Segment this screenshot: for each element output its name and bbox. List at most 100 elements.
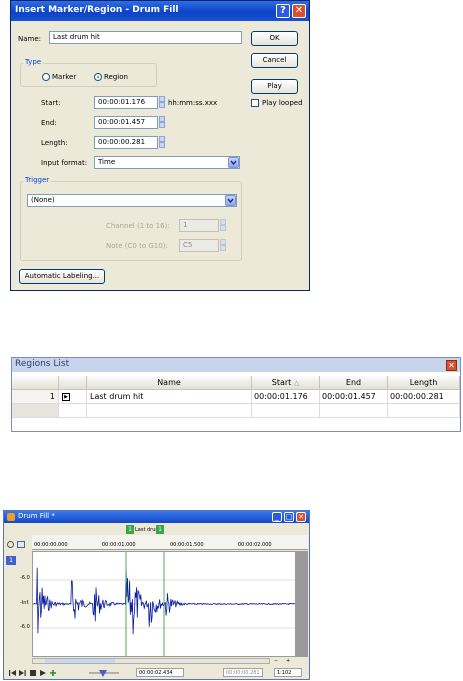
drum-fill-titlebar[interactable]: Drum Fill * _ □ ✕: [4, 511, 309, 523]
play-region-icon[interactable]: ▶: [62, 393, 70, 401]
play-button[interactable]: Play: [251, 79, 298, 94]
end-field[interactable]: 00:00:01.457: [94, 116, 158, 129]
note-spinner[interactable]: [220, 239, 226, 252]
name-label: Name:: [18, 35, 42, 43]
type-group-label: Type: [23, 58, 44, 66]
regions-list-titlebar[interactable]: Regions List ✕: [12, 358, 460, 372]
drum-fill-title: Drum Fill *: [18, 512, 55, 520]
ruler-tick-label: 00:00:01.500: [170, 542, 204, 548]
table-row[interactable]: [12, 404, 460, 418]
db-label: -6.0: [20, 575, 30, 581]
length-label: Length:: [41, 139, 68, 147]
ruler-tick-label: 00:00:01.000: [102, 542, 136, 548]
column-header-play[interactable]: [59, 376, 87, 390]
cancel-button[interactable]: Cancel: [251, 53, 298, 68]
minimize-button[interactable]: _: [272, 512, 282, 522]
loop-play-icon[interactable]: [50, 670, 56, 676]
type-group: [20, 63, 157, 87]
play-icon[interactable]: [40, 670, 46, 676]
rewind-icon[interactable]: [9, 670, 16, 676]
length-spinner[interactable]: [159, 136, 165, 149]
row-play-cell: [59, 404, 87, 418]
forward-icon[interactable]: [19, 670, 26, 676]
ruler-tick-label: 00:00:00.000: [34, 542, 68, 548]
automatic-labeling-button[interactable]: Automatic Labeling...: [19, 269, 105, 284]
channel-label: Channel (1 to 16):: [106, 222, 170, 230]
regions-list-close-button[interactable]: ✕: [446, 360, 457, 371]
cursor-position-readout: 00:00:02.434: [136, 668, 184, 677]
row-name-cell[interactable]: [87, 404, 252, 418]
insert-marker-region-dialog: Insert Marker/Region - Drum Fill ? ✕ Nam…: [10, 0, 310, 291]
regions-list-window: Regions List ✕ Name Start △ End Length 1…: [11, 357, 461, 432]
db-label: -Inf.: [20, 600, 30, 606]
zoom-out-button[interactable]: −: [274, 658, 278, 664]
dialog-close-button[interactable]: ✕: [292, 4, 306, 18]
play-looped-checkbox[interactable]: [251, 99, 259, 107]
region-start-tag[interactable]: 1: [126, 525, 134, 534]
db-label: -6.0: [20, 624, 30, 630]
scroll-thumb[interactable]: [45, 659, 115, 663]
ruler-tick-label: 00:00:02.000: [238, 542, 272, 548]
transport-bar: [8, 668, 68, 678]
rate-slider[interactable]: [87, 668, 121, 678]
column-header-name[interactable]: Name: [87, 376, 252, 390]
row-end-cell[interactable]: 00:00:01.457: [320, 390, 388, 404]
length-field[interactable]: 00:00:00.281: [94, 136, 158, 149]
chevron-down-icon[interactable]: [228, 157, 239, 168]
drum-close-button[interactable]: ✕: [296, 512, 306, 522]
column-header-length[interactable]: Length: [388, 376, 460, 390]
trigger-value: (None): [31, 196, 55, 204]
column-header-index[interactable]: [12, 376, 59, 390]
time-format-hint: hh:mm:ss.xxx: [168, 99, 218, 107]
column-header-start[interactable]: Start △: [252, 376, 320, 390]
maximize-button[interactable]: □: [284, 512, 294, 522]
app-icon: [7, 513, 15, 521]
row-length-cell[interactable]: [388, 404, 460, 418]
row-end-cell[interactable]: [320, 404, 388, 418]
channel-field[interactable]: 1: [179, 219, 219, 232]
waveform-area[interactable]: [32, 551, 308, 657]
column-header-start-label: Start: [271, 378, 292, 387]
dialog-titlebar[interactable]: Insert Marker/Region - Drum Fill ? ✕: [11, 1, 309, 21]
note-field[interactable]: C5: [179, 239, 219, 252]
input-format-label: Input format:: [41, 159, 88, 167]
lock-icon[interactable]: [7, 541, 14, 548]
row-play-cell: ▶: [59, 390, 87, 404]
dialog-title: Insert Marker/Region - Drum Fill: [15, 5, 179, 15]
channel-spinner[interactable]: [220, 219, 226, 232]
region-end-tag[interactable]: 1: [156, 525, 164, 534]
start-field[interactable]: 00:00:01.176: [94, 96, 158, 109]
note-label: Note (C0 to G10):: [106, 242, 168, 250]
end-spinner[interactable]: [159, 116, 165, 129]
row-start-cell[interactable]: 00:00:01.176: [252, 390, 320, 404]
sort-ascending-icon: △: [293, 379, 300, 387]
row-length-cell[interactable]: 00:00:00.281: [388, 390, 460, 404]
row-name-cell[interactable]: Last drum hit: [87, 390, 252, 404]
row-index-cell: 1: [12, 390, 59, 404]
regions-list-title: Regions List: [15, 359, 70, 369]
horizontal-scrollbar[interactable]: [32, 658, 270, 664]
input-format-select[interactable]: Time: [94, 156, 240, 169]
end-label: End:: [41, 119, 57, 127]
column-header-end[interactable]: End: [320, 376, 388, 390]
name-field[interactable]: Last drum hit: [49, 31, 242, 44]
time-ruler[interactable]: 00:00:00.000 00:00:01.000 00:00:01.500 0…: [32, 535, 308, 550]
zoom-in-button[interactable]: +: [286, 658, 290, 664]
selection-length-readout: 00:00:00.281: [223, 668, 263, 677]
ok-button[interactable]: OK: [251, 31, 298, 46]
start-label: Start:: [41, 99, 61, 107]
region-radio[interactable]: [94, 73, 102, 81]
region-radio-label: Region: [104, 73, 128, 81]
table-row[interactable]: 1 ▶ Last drum hit 00:00:01.176 00:00:01.…: [12, 390, 460, 404]
marker-radio[interactable]: [42, 73, 50, 81]
stop-icon[interactable]: [30, 670, 36, 676]
row-start-cell[interactable]: [252, 404, 320, 418]
trigger-select[interactable]: (None): [27, 194, 237, 207]
snap-icon[interactable]: [17, 541, 25, 548]
chevron-down-icon[interactable]: [225, 195, 236, 206]
channel-badge: 1: [6, 556, 16, 565]
start-spinner[interactable]: [159, 96, 165, 109]
waveform: [33, 552, 307, 656]
drum-fill-window: Drum Fill * _ □ ✕ 1 Last drum 1 1 00:00:…: [3, 510, 310, 680]
help-button[interactable]: ?: [276, 4, 290, 18]
